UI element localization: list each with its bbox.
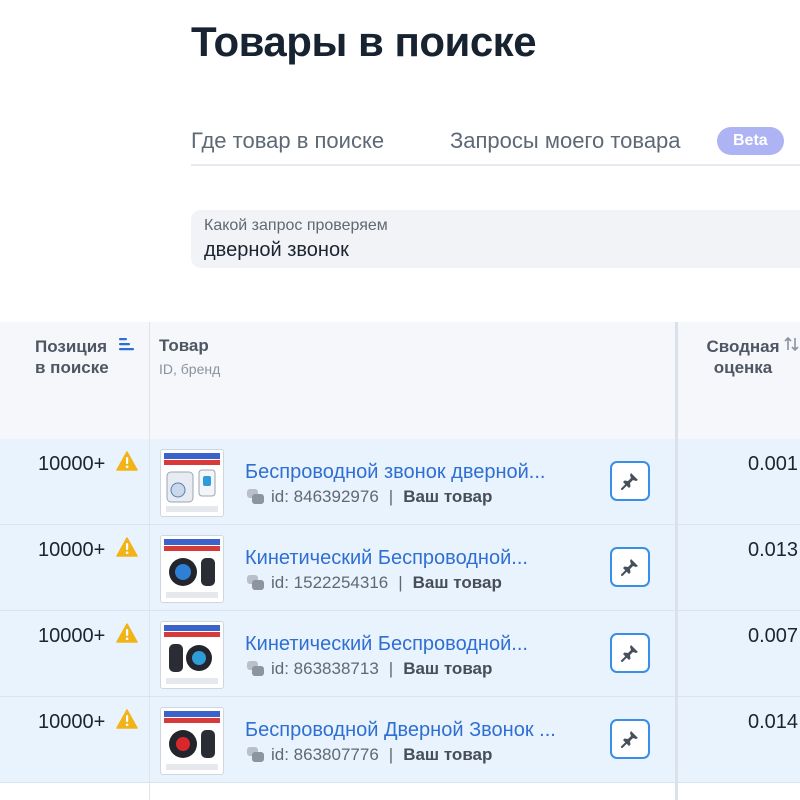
warning-icon[interactable] [116, 451, 138, 471]
warning-icon[interactable] [116, 623, 138, 643]
chat-bubbles-icon [247, 661, 264, 676]
row-position: 10000+ [38, 711, 106, 733]
row-score: 0.007 [748, 625, 799, 647]
header-score[interactable]: Сводная оценка [703, 336, 783, 378]
pin-icon [621, 473, 638, 490]
tab-my-product-queries[interactable]: Запросы моего товара [450, 128, 681, 154]
pin-button[interactable] [610, 719, 650, 759]
row-position: 10000+ [38, 539, 106, 561]
sort-lines-icon[interactable] [118, 336, 134, 352]
pin-button[interactable] [610, 633, 650, 673]
product-meta: id: 863838713 | Ваш товар [271, 659, 493, 678]
product-title-link[interactable]: Беспроводной звонок дверной... [245, 461, 585, 484]
header-score-line1: Сводная [706, 337, 780, 356]
row-score: 0.014 [748, 711, 799, 733]
sort-arrows-icon[interactable] [783, 336, 800, 352]
product-image[interactable] [160, 449, 224, 517]
your-product-badge: Ваш товар [403, 745, 493, 764]
tabs: Где товар в поиске Запросы моего товара … [191, 118, 800, 166]
beta-badge: Beta [717, 127, 784, 155]
table-row[interactable]: 10000+ Беспроводной Дверной Звонок ... i… [0, 697, 800, 783]
product-meta: id: 863807776 | Ваш товар [271, 745, 493, 764]
table-row[interactable]: 10000+ Беспроводной звонок дверной... id… [0, 439, 800, 525]
row-position: 10000+ [38, 453, 106, 475]
your-product-badge: Ваш товар [412, 573, 502, 592]
results-table: Позиция в поиске Товар ID, бренд Сводная… [0, 322, 800, 800]
page-title: Товары в поиске [191, 18, 537, 65]
table-row[interactable]: 10000+ Кинетический Беспроводной... id: … [0, 611, 800, 697]
product-id: id: 863807776 [271, 745, 379, 764]
product-image[interactable] [160, 621, 224, 689]
query-value[interactable]: дверной звонок [204, 239, 349, 262]
chat-bubbles-icon [247, 747, 264, 762]
product-title-link[interactable]: Беспроводной Дверной Звонок ... [245, 719, 585, 742]
header-product: Товар [159, 336, 209, 355]
product-image[interactable] [160, 535, 224, 603]
header-score-line2: оценка [713, 358, 773, 377]
query-label: Какой запрос проверяем [204, 217, 388, 234]
row-position: 10000+ [38, 625, 106, 647]
header-position-line2: в поиске [35, 358, 109, 377]
chat-bubbles-icon [247, 575, 264, 590]
your-product-badge: Ваш товар [403, 487, 493, 506]
product-meta: id: 846392976 | Ваш товар [271, 487, 493, 506]
pin-icon [621, 731, 638, 748]
warning-icon[interactable] [116, 709, 138, 729]
pin-icon [621, 645, 638, 662]
product-id: id: 846392976 [271, 487, 379, 506]
table-row[interactable]: 10000+ Кинетический Беспроводной... id: … [0, 525, 800, 611]
header-product-sub: ID, бренд [159, 361, 221, 377]
header-position[interactable]: Позиция в поиске [35, 336, 109, 378]
pin-button[interactable] [610, 461, 650, 501]
pin-button[interactable] [610, 547, 650, 587]
product-id: id: 863838713 [271, 659, 379, 678]
pin-icon [621, 559, 638, 576]
product-id: id: 1522254316 [271, 573, 389, 592]
header-position-line1: Позиция [35, 337, 108, 356]
row-score: 0.013 [748, 539, 799, 561]
table-header: Позиция в поиске Товар ID, бренд Сводная… [0, 322, 800, 439]
row-score: 0.001 [748, 453, 799, 475]
query-input[interactable]: Какой запрос проверяем дверной звонок [191, 210, 800, 268]
chat-bubbles-icon [247, 489, 264, 504]
product-image[interactable] [160, 707, 224, 775]
product-title-link[interactable]: Кинетический Беспроводной... [245, 633, 585, 656]
warning-icon[interactable] [116, 537, 138, 557]
product-meta: id: 1522254316 | Ваш товар [271, 573, 502, 592]
tab-where-in-search[interactable]: Где товар в поиске [191, 128, 384, 154]
product-title-link[interactable]: Кинетический Беспроводной... [245, 547, 585, 570]
column-divider-sticky [675, 322, 678, 800]
column-divider [149, 322, 150, 800]
your-product-badge: Ваш товар [403, 659, 493, 678]
